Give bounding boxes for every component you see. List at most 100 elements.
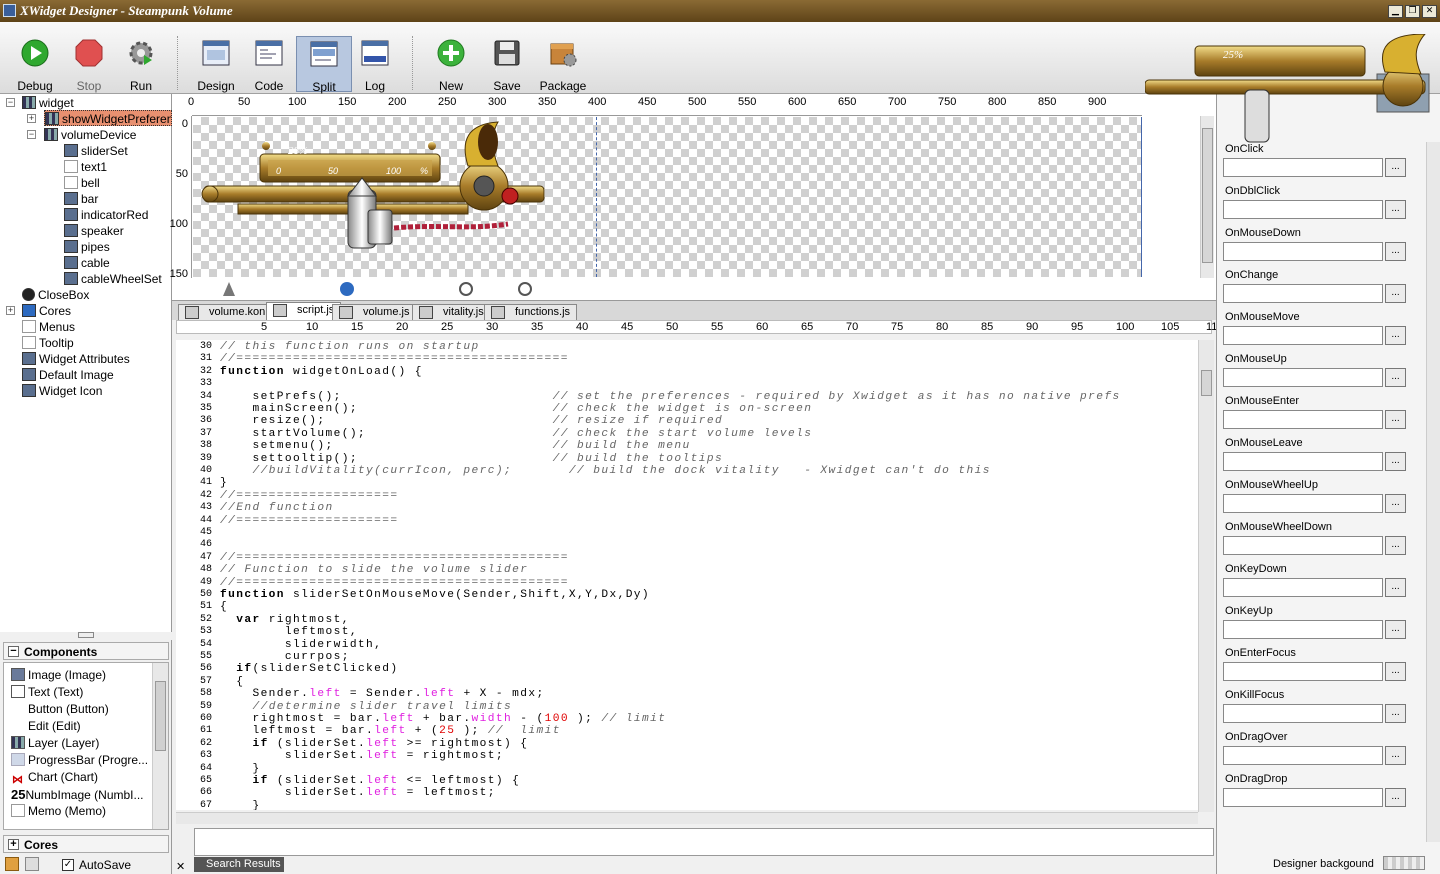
cores-header[interactable]: + Cores	[3, 835, 169, 853]
lock-icon[interactable]	[25, 857, 39, 871]
event-handler-input[interactable]	[1223, 662, 1383, 681]
event-handler-input[interactable]	[1223, 452, 1383, 471]
close-button[interactable]: ✕	[1422, 5, 1437, 18]
tab-functions-js[interactable]: functions.js	[484, 304, 578, 321]
component-edit[interactable]: Edit (Edit)	[11, 718, 81, 735]
clock-icon[interactable]	[518, 282, 532, 296]
save-button[interactable]: Save	[479, 36, 535, 93]
event-handler-input[interactable]	[1223, 326, 1383, 345]
event-handler-input[interactable]	[1223, 494, 1383, 513]
tree-item-bell[interactable]: bell	[64, 175, 100, 191]
tab-volume-kon[interactable]: volume.kon	[178, 304, 273, 321]
tree-item-widget[interactable]: widget	[22, 95, 74, 111]
tree-item-volume-device[interactable]: volumeDevice	[44, 127, 136, 143]
event-handler-input[interactable]	[1223, 746, 1383, 765]
close-panel-icon[interactable]: ✕	[176, 860, 185, 873]
search-results-tab[interactable]: Search Results	[194, 857, 284, 872]
cores-icon[interactable]	[340, 282, 354, 296]
run-button[interactable]: Run	[113, 36, 169, 93]
event-handler-input[interactable]	[1223, 536, 1383, 555]
event-handler-input[interactable]	[1223, 704, 1383, 723]
components-scrollbar[interactable]	[152, 663, 168, 829]
tree-item-tooltip[interactable]: Tooltip	[22, 335, 74, 351]
event-browse-button[interactable]: ...	[1385, 368, 1406, 387]
event-browse-button[interactable]: ...	[1385, 788, 1406, 807]
steampunk-volume-widget-preview[interactable]: 28% 0 50 100 %	[198, 120, 558, 255]
tree-item-widget-attributes[interactable]: Widget Attributes	[22, 351, 130, 367]
collapse-toggle[interactable]: −	[6, 98, 15, 107]
event-browse-button[interactable]: ...	[1385, 200, 1406, 219]
debug-button[interactable]: Debug	[7, 36, 63, 93]
scroll-thumb[interactable]	[1202, 128, 1213, 263]
event-browse-button[interactable]: ...	[1385, 620, 1406, 639]
tree-item-cable-wheel-set[interactable]: cableWheelSet	[64, 271, 162, 287]
component-text[interactable]: Text (Text)	[11, 684, 83, 701]
scroll-thumb[interactable]	[155, 681, 166, 751]
package-button[interactable]: Package	[535, 36, 591, 93]
event-handler-input[interactable]	[1223, 788, 1383, 807]
tree-item-widget-icon[interactable]: Widget Icon	[22, 383, 102, 399]
code-vertical-scrollbar[interactable]	[1198, 340, 1214, 812]
event-browse-button[interactable]: ...	[1385, 410, 1406, 429]
event-browse-button[interactable]: ...	[1385, 284, 1406, 303]
code-button[interactable]: Code	[241, 36, 297, 93]
tree-item-pipes[interactable]: pipes	[64, 239, 110, 255]
component-image[interactable]: Image (Image)	[11, 667, 106, 684]
expand-toggle[interactable]: +	[27, 114, 36, 123]
component-chart[interactable]: ⋈ Chart (Chart)	[11, 769, 98, 786]
designer-background-swatch[interactable]	[1383, 856, 1425, 870]
tree-item-cores[interactable]: Cores	[22, 303, 71, 319]
event-browse-button[interactable]: ...	[1385, 704, 1406, 723]
event-browse-button[interactable]: ...	[1385, 662, 1406, 681]
tab-vitality-js[interactable]: vitality.js	[412, 304, 491, 321]
event-handler-input[interactable]	[1223, 578, 1383, 597]
event-handler-input[interactable]	[1223, 242, 1383, 261]
component-layer[interactable]: Layer (Layer)	[11, 735, 99, 752]
tree-item-cable[interactable]: cable	[64, 255, 110, 271]
tree-item-bar[interactable]: bar	[64, 191, 98, 207]
split-button[interactable]: Split	[296, 36, 352, 94]
new-button[interactable]: New	[423, 36, 479, 93]
tree-item-indicator-red[interactable]: indicatorRed	[64, 207, 148, 223]
event-browse-button[interactable]: ...	[1385, 536, 1406, 555]
stop-button[interactable]: Stop	[61, 36, 117, 93]
event-handler-input[interactable]	[1223, 410, 1383, 429]
event-browse-button[interactable]: ...	[1385, 746, 1406, 765]
component-button[interactable]: Button (Button)	[11, 701, 109, 718]
events-scrollbar[interactable]	[1426, 142, 1440, 842]
widget-preview-thumbnail[interactable]: 25%	[1145, 34, 1440, 146]
log-button[interactable]: Log	[347, 36, 403, 93]
event-browse-button[interactable]: ...	[1385, 578, 1406, 597]
event-handler-input[interactable]	[1223, 368, 1383, 387]
tree-item-text1[interactable]: text1	[64, 159, 107, 175]
tab-volume-js[interactable]: volume.js	[332, 304, 417, 321]
tree-item-sliderset[interactable]: sliderSet	[64, 143, 128, 159]
event-handler-input[interactable]	[1223, 200, 1383, 219]
search-results-area[interactable]	[194, 828, 1214, 856]
splitter-handle[interactable]	[78, 632, 94, 638]
expand-toggle[interactable]: +	[6, 306, 15, 315]
event-browse-button[interactable]: ...	[1385, 452, 1406, 471]
event-browse-button[interactable]: ...	[1385, 158, 1406, 177]
collapse-toggle[interactable]: −	[27, 130, 36, 139]
tree-item-closebox[interactable]: CloseBox	[22, 287, 89, 303]
tree-item-menus[interactable]: Menus	[22, 319, 75, 335]
design-button[interactable]: Design	[188, 36, 244, 93]
tab-script-js[interactable]: script.js	[266, 302, 342, 321]
components-header[interactable]: − Components	[3, 642, 169, 660]
event-browse-button[interactable]: ...	[1385, 242, 1406, 261]
code-horizontal-scrollbar[interactable]	[176, 812, 1198, 824]
scroll-thumb[interactable]	[1201, 370, 1212, 396]
component-memo[interactable]: Memo (Memo)	[11, 803, 106, 820]
code-editor[interactable]: 30 // this function runs on startup 31 //==…	[176, 340, 1198, 810]
event-browse-button[interactable]: ...	[1385, 494, 1406, 513]
event-handler-input[interactable]	[1223, 284, 1383, 303]
event-browse-button[interactable]: ...	[1385, 326, 1406, 345]
folder-icon[interactable]	[5, 857, 19, 871]
maximize-button[interactable]: ❐	[1405, 5, 1420, 18]
autosave-checkbox[interactable]: ✓	[62, 859, 74, 871]
tree-item-default-image[interactable]: Default Image	[22, 367, 114, 383]
tree-item-speaker[interactable]: speaker	[64, 223, 124, 239]
tree-item-show-widget-preferences[interactable]: showWidgetPreferenc	[44, 110, 172, 126]
clock-icon[interactable]	[459, 282, 473, 296]
